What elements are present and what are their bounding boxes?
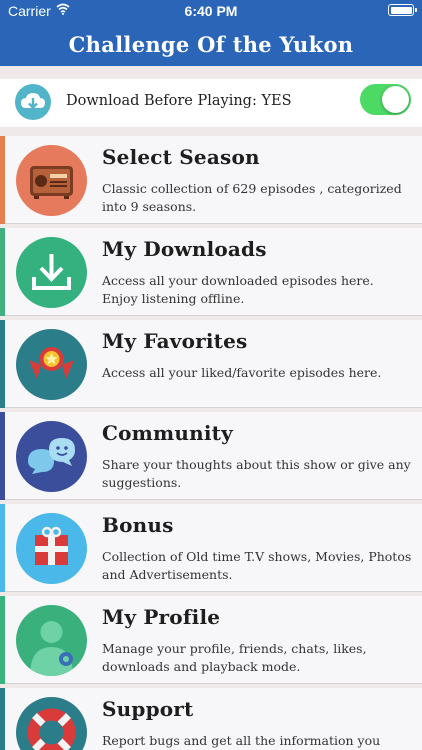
- medal-icon: [16, 329, 87, 400]
- menu-item-title: Select Season: [102, 145, 260, 169]
- accent-stripe: [0, 596, 5, 684]
- status-time: 6:40 PM: [184, 3, 238, 19]
- accent-stripe: [0, 504, 5, 592]
- accent-stripe: [0, 320, 5, 408]
- download-toggle[interactable]: [360, 84, 411, 115]
- download-before-playing-row: Download Before Playing: YES: [0, 79, 422, 127]
- battery-icon: [388, 4, 417, 16]
- menu-item-description: Report bugs and get all the information …: [102, 733, 381, 748]
- menu-item-title: My Favorites: [102, 329, 248, 353]
- menu-item-my-profile[interactable]: My Profile Manage your profile, friends,…: [0, 596, 422, 684]
- toggle-knob: [382, 86, 409, 113]
- menu-item-description: Access all your liked/favorite episodes …: [102, 365, 382, 380]
- menu-item-my-downloads[interactable]: My Downloads Access all your downloaded …: [0, 228, 422, 316]
- menu-item-community[interactable]: Community Share your thoughts about this…: [0, 412, 422, 500]
- menu-item-description: Classic collection of 629 episodes , cat…: [102, 181, 402, 214]
- menu-item-description: Collection of Old time T.V shows, Movies…: [102, 549, 412, 582]
- cloud-download-icon: [15, 84, 51, 120]
- accent-stripe: [0, 688, 5, 750]
- menu-item-title: Bonus: [102, 513, 174, 537]
- accent-stripe: [0, 412, 5, 500]
- menu-item-description: Share your thoughts about this show or g…: [102, 457, 411, 490]
- menu-item-description: Access all your downloaded episodes here…: [102, 273, 374, 306]
- menu-item-my-favorites[interactable]: My Favorites Access all your liked/favor…: [0, 320, 422, 408]
- status-bar: Carrier 6:40 PM: [0, 0, 422, 22]
- profile-icon: [16, 605, 87, 676]
- menu-item-title: Support: [102, 697, 194, 721]
- lifebuoy-icon: [16, 697, 87, 750]
- menu-item-description: Manage your profile, friends, chats, lik…: [102, 641, 367, 674]
- accent-stripe: [0, 136, 5, 224]
- menu-item-title: My Downloads: [102, 237, 267, 261]
- menu-item-bonus[interactable]: Bonus Collection of Old time T.V shows, …: [0, 504, 422, 592]
- download-icon: [16, 237, 87, 308]
- gift-icon: [16, 513, 87, 584]
- menu-item-select-season[interactable]: Select Season Classic collection of 629 …: [0, 136, 422, 224]
- menu-item-title: Community: [102, 421, 233, 445]
- chat-icon: [16, 421, 87, 492]
- menu-item-support[interactable]: Support Report bugs and get all the info…: [0, 688, 422, 750]
- app-header: Carrier 6:40 PM Challenge Of the Yukon: [0, 0, 422, 66]
- page-title: Challenge Of the Yukon: [68, 32, 354, 57]
- download-before-playing-label: Download Before Playing: YES: [66, 93, 292, 109]
- accent-stripe: [0, 228, 5, 316]
- menu-item-title: My Profile: [102, 605, 221, 629]
- radio-icon: [16, 145, 87, 216]
